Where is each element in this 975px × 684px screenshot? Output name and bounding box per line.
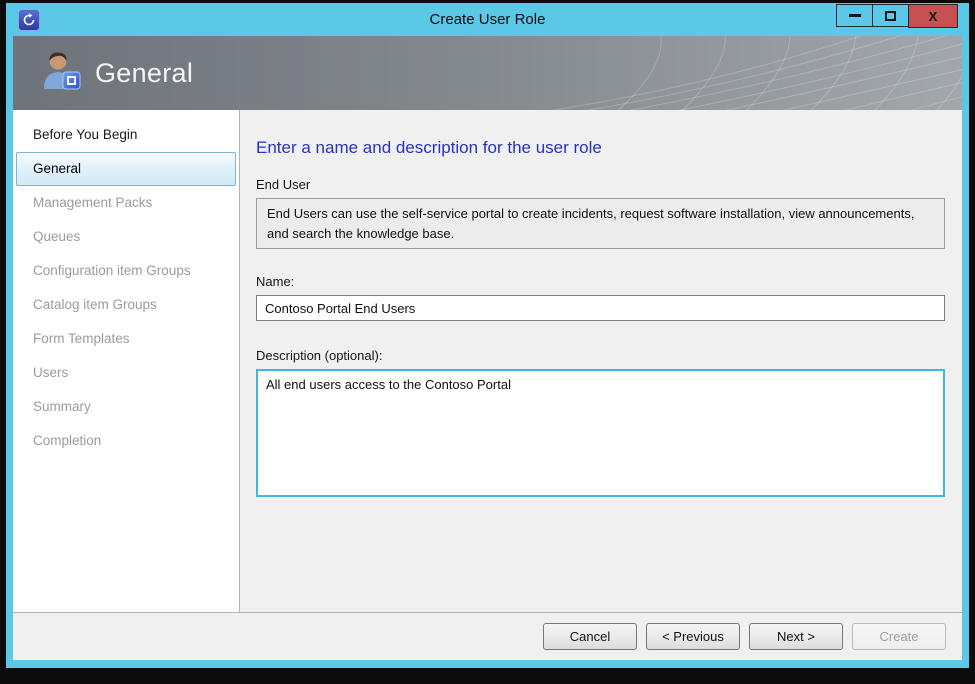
minimize-icon bbox=[848, 14, 861, 17]
next-button[interactable]: Next > bbox=[749, 623, 843, 650]
sidebar-item-general[interactable]: General bbox=[16, 152, 236, 186]
footer-button-bar: Cancel < Previous Next > Create bbox=[13, 612, 962, 660]
minimize-button[interactable] bbox=[836, 4, 873, 27]
close-button[interactable]: X bbox=[908, 4, 958, 28]
maximize-button[interactable] bbox=[872, 4, 909, 27]
wizard-header: General bbox=[13, 36, 962, 110]
window-title: Create User Role bbox=[429, 11, 546, 28]
create-user-role-window: Create User Role X General Before You Be… bbox=[6, 3, 969, 668]
page-title: General bbox=[95, 57, 194, 88]
window-body: General Before You Begin General Managem… bbox=[13, 36, 962, 660]
sidebar-item-queues: Queues bbox=[33, 229, 81, 244]
main-area: Before You Begin General Management Pack… bbox=[13, 110, 962, 612]
mesh-decoration bbox=[551, 36, 962, 110]
create-button: Create bbox=[852, 623, 946, 650]
profile-name-label: End User bbox=[256, 177, 311, 192]
user-role-icon bbox=[39, 50, 83, 97]
sidebar-item-completion: Completion bbox=[33, 433, 102, 448]
sidebar-item-users: Users bbox=[33, 365, 69, 380]
sidebar-item-catalog-item-groups: Catalog item Groups bbox=[33, 297, 157, 312]
description-label: Description (optional): bbox=[256, 348, 383, 363]
sidebar-item-management-packs: Management Packs bbox=[33, 195, 153, 210]
name-input[interactable] bbox=[256, 295, 945, 321]
wizard-steps-sidebar: Before You Begin General Management Pack… bbox=[13, 110, 240, 612]
maximize-icon bbox=[885, 10, 896, 21]
sidebar-item-form-templates: Form Templates bbox=[33, 331, 130, 346]
sidebar-item-configuration-item-groups: Configuration item Groups bbox=[33, 263, 191, 278]
profile-description-box: End Users can use the self-service porta… bbox=[256, 198, 945, 249]
name-label: Name: bbox=[256, 274, 295, 289]
window-controls: X bbox=[836, 4, 958, 28]
sidebar-item-summary: Summary bbox=[33, 399, 91, 414]
cancel-button[interactable]: Cancel bbox=[543, 623, 637, 650]
close-icon: X bbox=[928, 8, 938, 24]
titlebar[interactable]: Create User Role X bbox=[13, 3, 962, 36]
sidebar-item-before-you-begin[interactable]: Before You Begin bbox=[16, 118, 236, 152]
screenshot-frame: Create User Role X General Before You Be… bbox=[0, 0, 975, 684]
page-heading: Enter a name and description for the use… bbox=[256, 138, 602, 157]
description-input[interactable]: All end users access to the Contoso Port… bbox=[256, 369, 945, 497]
content-panel: Enter a name and description for the use… bbox=[240, 110, 962, 612]
previous-button[interactable]: < Previous bbox=[646, 623, 740, 650]
